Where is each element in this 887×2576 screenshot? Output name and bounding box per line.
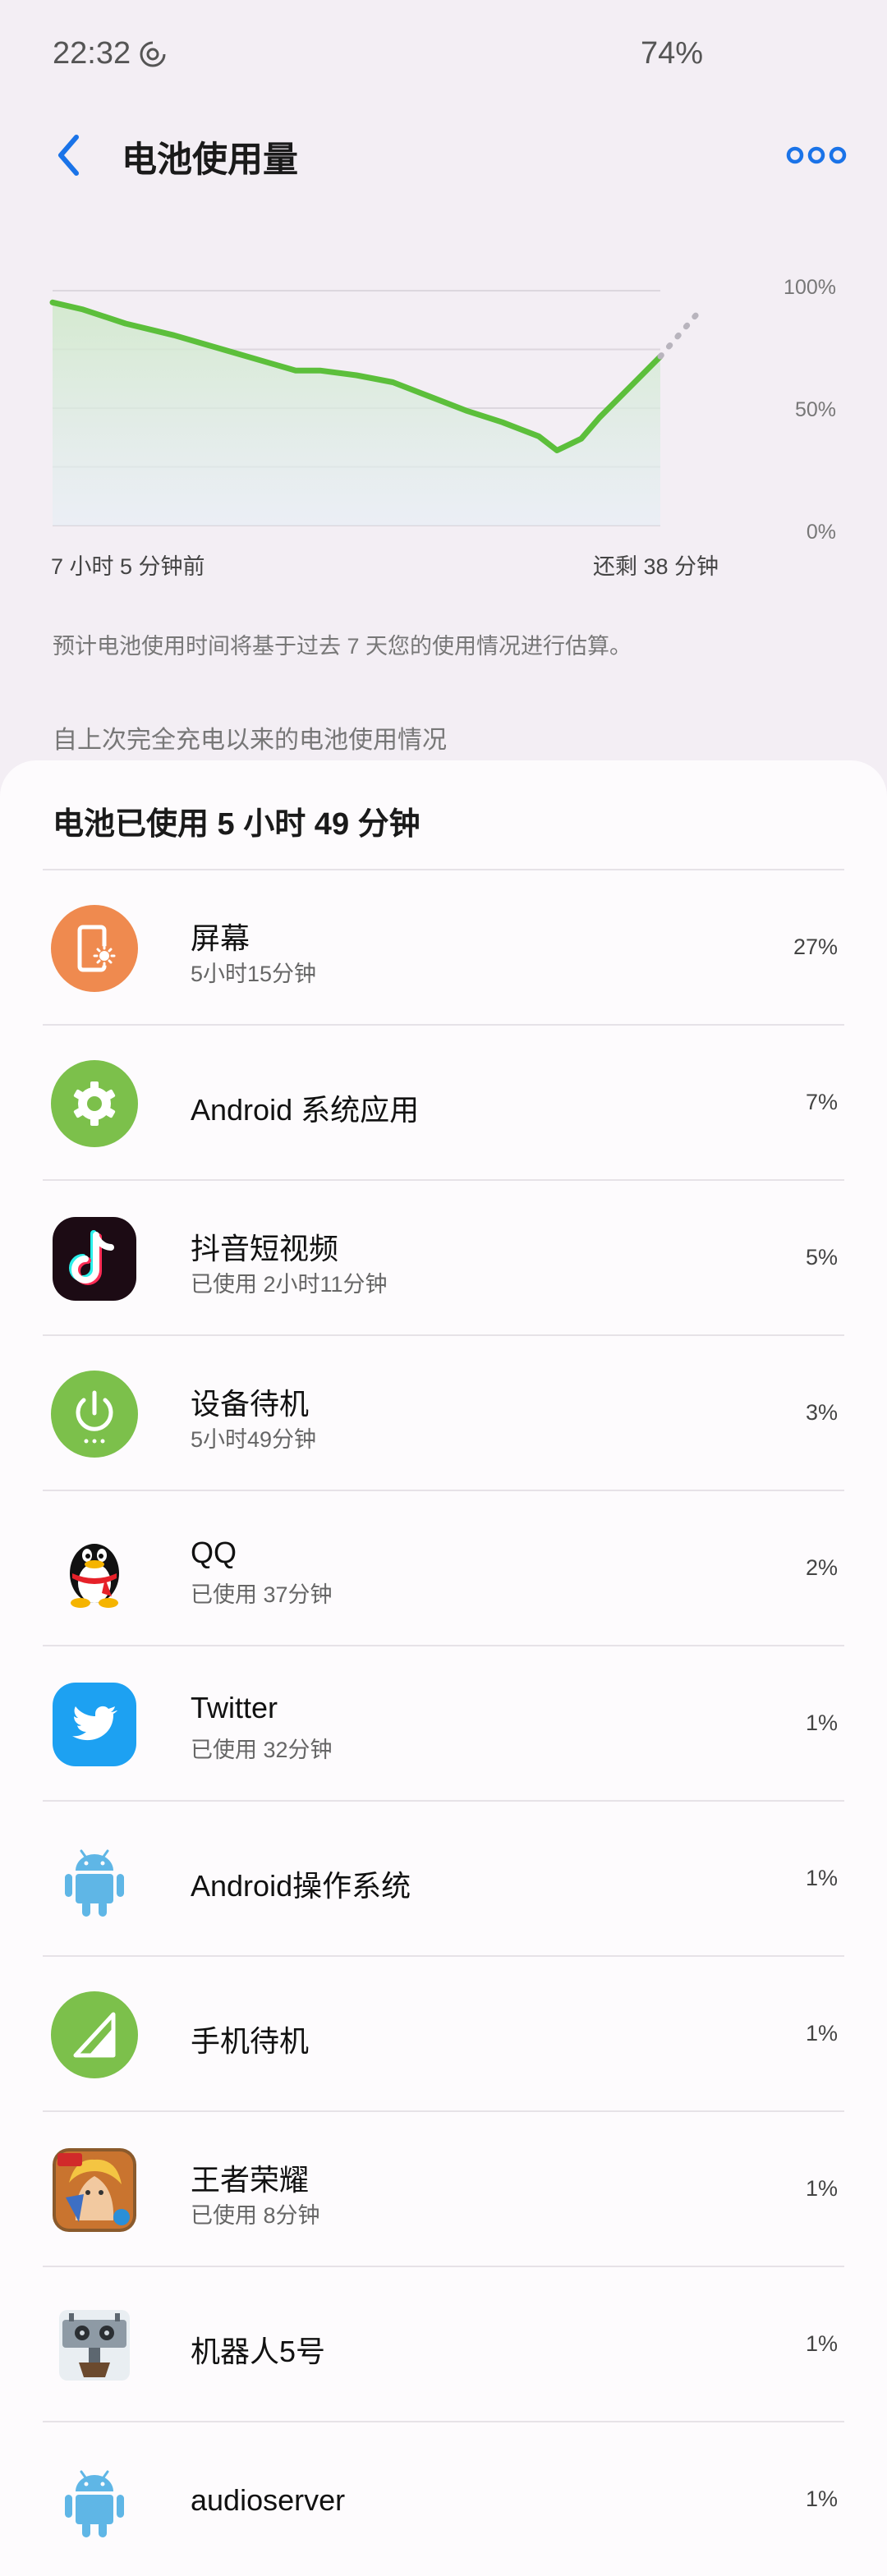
app-row-android-os[interactable]: Android操作系统 1% [43,1802,844,1957]
x-end-label: 还剩 38 分钟 [593,554,719,579]
app-usage-time: 已使用 32分钟 [191,1738,333,1762]
audioserver-icon [65,2470,124,2537]
y-tick-label-0: 0% [806,521,836,544]
app-row-phone-idle[interactable]: 手机待机 1% [43,1957,844,2112]
app-usage-time: 5小时15分钟 [191,962,317,986]
app-row-device-idle[interactable]: 设备待机 5小时49分钟 3% [43,1336,844,1491]
status-time: 22:32 [53,36,131,71]
device-idle-icon [51,1371,138,1458]
app-usage-time: 已使用 2小时11分钟 [191,1272,388,1297]
usage-total: 电池已使用 5 小时 49 分钟 [53,807,421,842]
status-bar: 22:32 74% [0,0,887,115]
page-title: 电池使用量 [122,140,298,180]
app-name: 手机待机 [191,2024,310,2058]
app-bar: 电池使用量 [0,115,887,205]
app-percent: 1% [805,1866,838,1890]
app-row-douyin[interactable]: 抖音短视频 已使用 2小时11分钟 5% [43,1181,844,1336]
app-name: Android 系统应用 [191,1093,420,1127]
app-percent: 3% [805,1400,838,1425]
app-row-android-system-apps[interactable]: Android 系统应用 7% [43,1026,844,1181]
app-name: 抖音短视频 [191,1232,339,1265]
app-name: 王者荣耀 [191,2163,310,2197]
app-percent: 5% [805,1245,838,1270]
app-percent: 1% [805,2486,838,2511]
nfc-icon [140,40,167,67]
y-tick-label-100: 100% [784,276,836,299]
app-name: 机器人5号 [191,2335,326,2368]
app-percent: 7% [805,1090,838,1114]
app-usage-time: 已使用 8分钟 [191,2203,320,2228]
android-os-icon [65,1849,124,1917]
app-name: audioserver [191,2483,346,2517]
app-name: 设备待机 [191,1387,310,1421]
status-battery: 74% [641,36,704,71]
battery-usage-chart: 100% 50% 0% 7 小时 5 分钟前 还剩 38 分钟 [0,263,887,591]
app-row-qq[interactable]: QQ 已使用 37分钟 2% [43,1491,844,1646]
app-percent: 27% [793,934,838,959]
app-percent: 1% [805,2331,838,2356]
app-name: QQ [191,1536,237,1569]
app-row-twitter[interactable]: Twitter 已使用 32分钟 1% [43,1646,844,1802]
estimate-note: 预计电池使用时间将基于过去 7 天您的使用情况进行估算。 [53,634,632,659]
section-header: 自上次完全充电以来的电池使用情况 [53,727,447,754]
app-usage-time: 5小时49分钟 [191,1427,317,1452]
android-system-apps-icon [51,1060,138,1147]
app-percent: 1% [805,2176,838,2201]
battery-area [53,302,660,526]
app-percent: 1% [805,1710,838,1735]
app-percent: 1% [805,2021,838,2046]
battery-projection-line [657,304,706,360]
y-tick-label-50: 50% [794,398,836,421]
twitter-icon [53,1683,136,1766]
app-name: 屏幕 [191,921,250,955]
phone-idle-icon [51,1991,138,2078]
usage-card: 电池已使用 5 小时 49 分钟 屏幕 5小时15分钟 27% Android … [0,760,887,2576]
app-row-screen[interactable]: 屏幕 5小时15分钟 27% [43,870,844,1026]
douyin-icon [53,1217,136,1301]
back-icon[interactable] [41,126,99,184]
screen-icon [51,905,138,992]
honor-of-kings-icon [53,2148,136,2232]
robot-5-icon [59,2310,130,2381]
app-usage-time: 已使用 37分钟 [191,1582,333,1607]
app-percent: 2% [805,1555,838,1580]
app-row-audioserver[interactable]: audioserver 1% [43,2422,844,2576]
x-start-label: 7 小时 5 分钟前 [51,554,205,579]
app-row-robot-5[interactable]: 机器人5号 1% [43,2267,844,2422]
app-row-honor-of-kings[interactable]: 王者荣耀 已使用 8分钟 1% [43,2112,844,2267]
app-name: Android操作系统 [191,1869,411,1903]
more-options-icon[interactable] [784,136,848,174]
qq-icon [70,1544,119,1608]
app-name: Twitter [191,1691,278,1724]
